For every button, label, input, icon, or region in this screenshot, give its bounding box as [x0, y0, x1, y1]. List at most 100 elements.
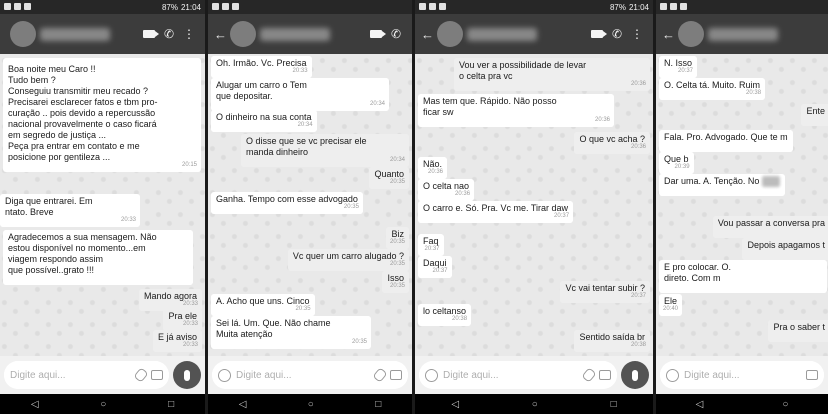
nav-back-button[interactable]: ◁ [696, 399, 704, 410]
back-arrow-icon[interactable]: ← [421, 27, 434, 42]
video-call-icon[interactable] [366, 27, 386, 41]
camera-icon[interactable] [151, 370, 163, 380]
message-bubble: E pro colocar. O. direto. Com m [659, 260, 827, 293]
message-bubble: Vou passar a conversa pra [712, 216, 828, 238]
contact-name-redacted[interactable] [260, 27, 330, 41]
message-bubble: Biz 20:35 [386, 227, 409, 249]
avatar[interactable] [230, 21, 256, 47]
notification-icons [212, 3, 239, 10]
compose-bar: Digite aqui... [415, 356, 653, 394]
contact-name-redacted[interactable] [467, 27, 537, 41]
compose-bar: Digite aqui... [0, 356, 205, 394]
battery-level: 87% [609, 2, 626, 12]
nav-recent-button[interactable]: □ [611, 399, 617, 410]
status-bar [208, 0, 412, 14]
mic-icon [184, 369, 190, 381]
message-bubble: Mas tem que. Rápido. Não posso ficar sw 2… [418, 94, 614, 127]
chat-header: ← [656, 14, 828, 54]
avatar[interactable] [678, 21, 704, 47]
compose-bar: Digite aqui... [656, 356, 828, 394]
message-bubble: Mando agora 20:33 [138, 289, 202, 311]
avatar[interactable] [437, 21, 463, 47]
camera-icon[interactable] [390, 370, 402, 380]
message-bubble: Daqui 20:37 [418, 256, 452, 278]
attach-icon[interactable] [581, 367, 597, 383]
notification-icons [419, 3, 446, 10]
message-bubble: Vc quer um carro alugado ? 20:35 [287, 249, 409, 271]
attach-icon[interactable] [133, 367, 149, 383]
nav-home-button[interactable]: ○ [532, 399, 538, 410]
message-bubble: Fala. Pro. Advogado. Que te m [659, 130, 793, 152]
message-bubble: Sentido saída br 20:38 [574, 330, 650, 352]
message-bubble: Faq 20:37 [418, 234, 444, 256]
message-bubble: O. Celta tá. Muito. Ruim 20:38 [659, 78, 766, 100]
nav-home-button[interactable]: ○ [100, 399, 106, 410]
status-bar [656, 0, 828, 14]
chat-screenshot-3: 87% 21:04 ← ✆ ⋮ Vou ver a possibilidade d… [415, 0, 653, 414]
input-placeholder: Digite aqui... [443, 369, 499, 381]
clock: 21:04 [180, 2, 201, 12]
chat-screenshot-2: ← ✆ Oh. Irmão. Vc. Precisa 20:33 Alugar … [208, 0, 412, 414]
status-bar: 87% 21:04 [415, 0, 653, 14]
message-bubble: lo celtanso 20:38 [418, 304, 472, 326]
video-call-icon[interactable] [139, 27, 159, 41]
message-bubble: Ente [801, 104, 828, 126]
message-list[interactable]: N. Isso 20:37 O. Celta tá. Muito. Ruim 2… [656, 54, 828, 356]
nav-recent-button[interactable]: □ [375, 399, 381, 410]
message-bubble: Diga que entrarei. Em ntato. Breve 20:33 [0, 194, 140, 227]
phone-icon[interactable]: ✆ [386, 27, 406, 41]
input-placeholder: Digite aqui... [10, 369, 66, 381]
message-input[interactable]: Digite aqui... [212, 361, 408, 389]
contact-name-redacted[interactable] [708, 27, 778, 41]
back-arrow-icon[interactable]: ← [214, 27, 227, 42]
message-list[interactable]: Boa noite meu Caro !! Tudo bem ? Consegu… [0, 54, 205, 356]
emoji-icon[interactable] [666, 368, 679, 382]
message-bubble: Pra o saber t [768, 320, 828, 342]
attach-icon[interactable] [372, 367, 388, 383]
chat-screenshot-1: 87% 21:04 ✆ ⋮ Boa noite meu Caro !! Tudo … [0, 0, 205, 414]
status-bar: 87% 21:04 [0, 0, 205, 14]
contact-name-redacted[interactable] [40, 27, 110, 41]
message-input[interactable]: Digite aqui... [4, 361, 169, 389]
nav-back-button[interactable]: ◁ [239, 399, 247, 410]
chat-header: ✆ ⋮ [0, 14, 205, 54]
emoji-icon[interactable] [425, 368, 438, 382]
message-bubble: O disse que se vc precisar ele manda din… [241, 134, 409, 167]
phone-icon[interactable]: ✆ [607, 27, 627, 41]
nav-back-button[interactable]: ◁ [451, 399, 459, 410]
message-bubble: Depois apagamos t [742, 238, 828, 260]
more-options-icon[interactable]: ⋮ [179, 27, 199, 41]
message-bubble: O que vc acha ? 20:36 [574, 132, 650, 154]
message-input[interactable]: Digite aqui... [660, 361, 824, 389]
message-bubble: N. Isso 20:37 [659, 56, 698, 78]
message-bubble: Boa noite meu Caro !! Tudo bem ? Consegu… [3, 58, 201, 172]
nav-home-button[interactable]: ○ [782, 399, 788, 410]
emoji-icon[interactable] [218, 368, 231, 382]
nav-back-button[interactable]: ◁ [31, 399, 39, 410]
message-bubble: Ganha. Tempo com esse advogado 20:35 [211, 192, 363, 214]
chat-screenshot-4: ← N. Isso 20:37 O. Celta tá. Muito. Ruim… [656, 0, 828, 414]
avatar[interactable] [10, 21, 36, 47]
message-list[interactable]: Vou ver a possibilidade de levar o celta… [415, 54, 653, 356]
nav-home-button[interactable]: ○ [308, 399, 314, 410]
more-options-icon[interactable]: ⋮ [627, 27, 647, 41]
back-arrow-icon[interactable]: ← [662, 27, 675, 42]
input-placeholder: Digite aqui... [684, 369, 740, 381]
camera-icon[interactable] [599, 370, 611, 380]
message-bubble: Agradecemos a sua mensagem. Não estou di… [3, 230, 193, 285]
nav-recent-button[interactable]: □ [168, 399, 174, 410]
message-input[interactable]: Digite aqui... [419, 361, 617, 389]
video-call-icon[interactable] [587, 27, 607, 41]
message-bubble: O celta nao 20:36 [418, 179, 475, 201]
camera-icon[interactable] [806, 370, 818, 380]
message-bubble: Dar uma. A. Tenção. No xxxx [659, 174, 785, 196]
mic-button[interactable] [173, 361, 201, 389]
message-bubble: Pra ele 20:33 [163, 309, 202, 331]
message-bubble: Quanto 20:35 [369, 167, 409, 189]
message-bubble: O dinheiro na sua conta 20:34 [211, 110, 317, 132]
message-list[interactable]: Oh. Irmão. Vc. Precisa 20:33 Alugar um c… [208, 54, 412, 356]
message-bubble: E já aviso 20:33 [152, 330, 202, 352]
mic-button[interactable] [621, 361, 649, 389]
message-bubble: O carro e. Só. Pra. Vc me. Tirar daw 20:… [418, 201, 574, 223]
phone-icon[interactable]: ✆ [159, 27, 179, 41]
